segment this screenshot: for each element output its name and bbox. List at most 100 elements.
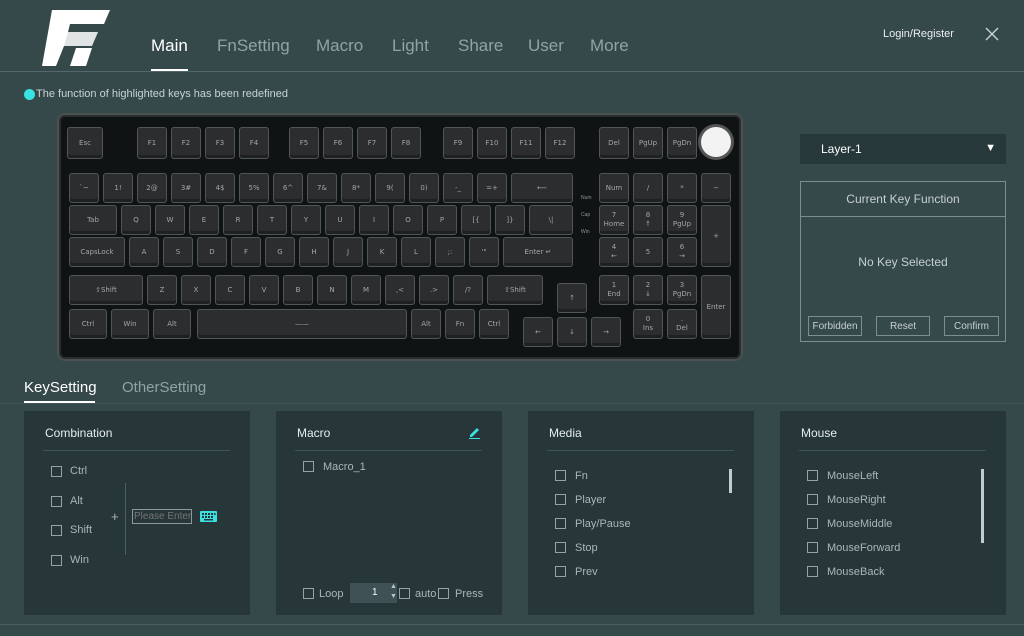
keyboard-key[interactable]: ⟵	[511, 173, 573, 203]
media-checkbox-fn[interactable]	[555, 470, 566, 481]
keyboard-key[interactable]: I	[359, 205, 389, 235]
keyboard-key[interactable]: H	[299, 237, 329, 267]
keyboard-key[interactable]: 8*	[341, 173, 371, 203]
keyboard-key[interactable]: \|	[529, 205, 573, 235]
media-item[interactable]: Prev	[575, 566, 598, 578]
keyboard-key[interactable]: ;:	[435, 237, 465, 267]
mouse-scrollbar[interactable]	[981, 469, 984, 543]
keyboard-key[interactable]: F2	[171, 127, 201, 159]
keyboard-key[interactable]: F5	[289, 127, 319, 159]
keyboard-key[interactable]: 9 PgUp	[667, 205, 697, 235]
keyboard-key[interactable]: B	[283, 275, 313, 305]
loop-count-stepper[interactable]: 1 ▲ ▼	[350, 583, 397, 603]
keyboard-key[interactable]: F10	[477, 127, 507, 159]
mouse-item[interactable]: MouseLeft	[827, 470, 878, 482]
keyboard-key[interactable]: F6	[323, 127, 353, 159]
keyboard-key[interactable]: Alt	[411, 309, 441, 339]
keyboard-key[interactable]: PgDn	[667, 127, 697, 159]
keyboard-key[interactable]: ——	[197, 309, 407, 339]
keyboard-key[interactable]: =+	[477, 173, 507, 203]
keyboard-key[interactable]: Enter ↵	[503, 237, 573, 267]
confirm-button[interactable]: Confirm	[944, 316, 999, 336]
keyboard-key[interactable]: ↑	[557, 283, 587, 313]
mouse-checkbox-forward[interactable]	[807, 542, 818, 553]
keyboard-key[interactable]: Ctrl	[69, 309, 107, 339]
stepper-down-icon[interactable]: ▼	[390, 593, 397, 600]
keyboard-key[interactable]: A	[129, 237, 159, 267]
keyboard-key[interactable]: ]}	[495, 205, 525, 235]
key-entry-input[interactable]	[132, 509, 192, 524]
tab-keysetting[interactable]: KeySetting	[24, 379, 97, 396]
keyboard-key[interactable]: Ctrl	[479, 309, 509, 339]
keyboard-key[interactable]: ↓	[557, 317, 587, 347]
keyboard-key[interactable]: S	[163, 237, 193, 267]
keyboard-key[interactable]: 9(	[375, 173, 405, 203]
tab-light[interactable]: Light	[392, 36, 429, 56]
macro-item-label[interactable]: Macro_1	[323, 461, 366, 473]
keyboard-key[interactable]: 0)	[409, 173, 439, 203]
keyboard-key[interactable]: Y	[291, 205, 321, 235]
alt-checkbox[interactable]	[51, 496, 62, 507]
keyboard-key[interactable]: *	[667, 173, 697, 203]
mouse-item[interactable]: MouseForward	[827, 542, 900, 554]
tab-share[interactable]: Share	[458, 36, 503, 56]
keyboard-key[interactable]: '"	[469, 237, 499, 267]
keyboard-key[interactable]: N	[317, 275, 347, 305]
keyboard-key[interactable]: Esc	[67, 127, 103, 159]
keyboard-key[interactable]: 2 ↓	[633, 275, 663, 305]
stepper-up-icon[interactable]: ▲	[390, 583, 397, 590]
reset-button[interactable]: Reset	[876, 316, 930, 336]
keyboard-key[interactable]: ←	[523, 317, 553, 347]
mouse-item[interactable]: MouseMiddle	[827, 518, 892, 530]
keyboard-key[interactable]: P	[427, 205, 457, 235]
keyboard-key[interactable]: →	[591, 317, 621, 347]
tab-user[interactable]: User	[528, 36, 564, 56]
keyboard-key[interactable]: D	[197, 237, 227, 267]
keyboard-key[interactable]: 6 →	[667, 237, 697, 267]
keyboard-key[interactable]: . Del	[667, 309, 697, 339]
media-checkbox-player[interactable]	[555, 494, 566, 505]
loop-checkbox[interactable]	[303, 588, 314, 599]
keyboard-key[interactable]: Win	[111, 309, 149, 339]
media-item[interactable]: Play/Pause	[575, 518, 631, 530]
keyboard-key[interactable]: ⇧Shift	[69, 275, 143, 305]
keyboard-key[interactable]: 7 Home	[599, 205, 629, 235]
keyboard-key[interactable]: 1 End	[599, 275, 629, 305]
keyboard-key[interactable]: U	[325, 205, 355, 235]
keyboard-key[interactable]: F8	[391, 127, 421, 159]
mouse-checkbox-back[interactable]	[807, 566, 818, 577]
keyboard-key[interactable]: R	[223, 205, 253, 235]
auto-checkbox[interactable]	[399, 588, 410, 599]
keyboard-key[interactable]: K	[367, 237, 397, 267]
keyboard-key[interactable]: 2@	[137, 173, 167, 203]
keyboard-key[interactable]: ⇧Shift	[487, 275, 543, 305]
layer-select[interactable]: Layer-1 ▼	[800, 134, 1006, 164]
volume-knob[interactable]	[701, 127, 731, 157]
keyboard-key[interactable]: 3#	[171, 173, 201, 203]
keyboard-key[interactable]: PgUp	[633, 127, 663, 159]
keyboard-key[interactable]: F4	[239, 127, 269, 159]
keyboard-key[interactable]: F	[231, 237, 261, 267]
ctrl-checkbox[interactable]	[51, 466, 62, 477]
media-checkbox-play-pause[interactable]	[555, 518, 566, 529]
media-item[interactable]: Player	[575, 494, 606, 506]
keyboard-key[interactable]: /?	[453, 275, 483, 305]
mouse-checkbox-left[interactable]	[807, 470, 818, 481]
keyboard-key[interactable]: Num	[599, 173, 629, 203]
keyboard-key[interactable]: 3 PgDn	[667, 275, 697, 305]
keyboard-key[interactable]: Alt	[153, 309, 191, 339]
keyboard-key[interactable]: 6^	[273, 173, 303, 203]
keyboard-key[interactable]: −	[701, 173, 731, 203]
mouse-item[interactable]: MouseRight	[827, 494, 886, 506]
keyboard-key[interactable]: 5%	[239, 173, 269, 203]
keyboard-key[interactable]: +	[701, 205, 731, 267]
media-item[interactable]: Stop	[575, 542, 598, 554]
login-register-link[interactable]: Login/Register	[883, 28, 954, 40]
keyboard-key[interactable]: G	[265, 237, 295, 267]
keyboard-key[interactable]: Q	[121, 205, 151, 235]
keyboard-key[interactable]: Fn	[445, 309, 475, 339]
keyboard-key[interactable]: Enter	[701, 275, 731, 339]
keyboard-key[interactable]: F3	[205, 127, 235, 159]
keyboard-key[interactable]: L	[401, 237, 431, 267]
edit-pencil-icon[interactable]	[468, 426, 481, 439]
